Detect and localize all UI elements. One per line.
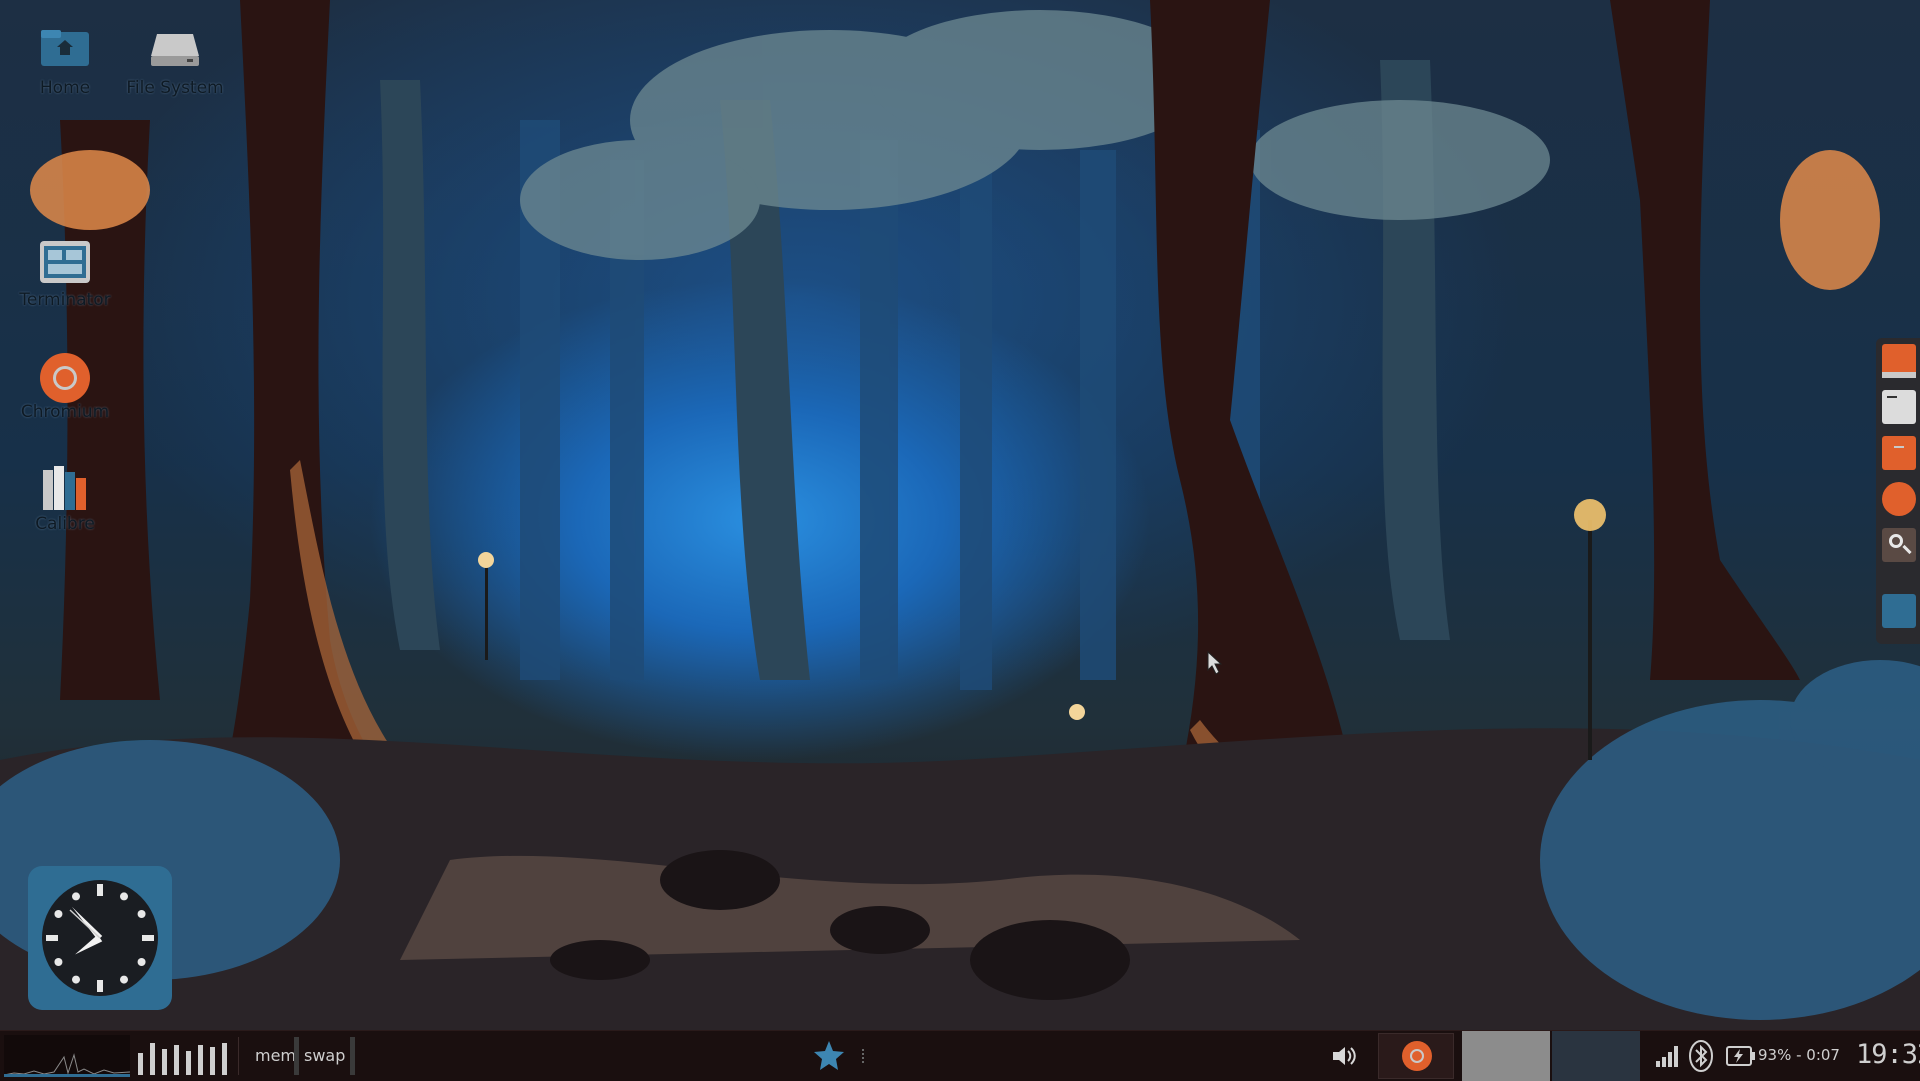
desktop-icon-label: File System [126,78,224,98]
terminal-icon[interactable] [1882,390,1916,424]
clock-tick [72,975,80,984]
app-menu-button[interactable] [812,1039,852,1073]
swap-label: swap [304,1046,346,1065]
terminal-icon [39,240,91,284]
notes-icon[interactable] [1882,436,1916,470]
dock-item-1-stripe [1882,372,1916,378]
desktop-icon-file-system[interactable]: File System [120,28,230,98]
drive-icon [149,28,201,72]
panel-separator [238,1037,239,1075]
swap-bar [350,1037,355,1075]
clock-tick [72,892,80,901]
clock-tick [120,892,128,901]
cpu-core-bar [210,1047,215,1075]
workspace-icon[interactable] [1882,594,1916,628]
dock-item-1[interactable] [1882,344,1916,378]
desktop-icon-chromium[interactable]: Chromium [10,352,120,422]
cpu-core-bar [174,1045,179,1075]
clock-tick [137,958,146,966]
cpu-core-bars [134,1031,234,1081]
cpu-graph [3,1035,131,1077]
network-signal-icon[interactable] [1654,1043,1680,1069]
taskbar-task-chromium[interactable] [1378,1033,1454,1079]
clock-second-hand [69,909,101,939]
desktop-icon-home[interactable]: Home [10,28,120,98]
bottom-panel: mem swap 93% - 0:07 19:3 [0,1030,1920,1081]
cpu-core-bar [150,1043,155,1075]
mem-bar [294,1037,299,1075]
clock-tick [120,975,128,984]
mem-label: mem [255,1046,297,1065]
search-handle-glyph [1902,544,1912,555]
battery-icon[interactable] [1726,1045,1756,1067]
firefox-icon[interactable] [1882,482,1916,516]
star-icon [814,1041,844,1070]
workspace-2[interactable] [1552,1031,1640,1081]
notes-line-glyph [1894,446,1904,448]
chromium-icon [39,352,91,403]
cpu-core-bar [186,1051,191,1075]
clock-tick [54,910,63,918]
clock-face [42,880,158,996]
cpu-core-bar [198,1045,203,1075]
search-lens-glyph [1889,534,1903,548]
clock-tick [46,935,58,941]
right-dock [1876,338,1920,644]
books-icon [39,464,91,510]
panel-clock[interactable]: 19:32 [1856,1039,1920,1070]
workspace-1[interactable] [1462,1031,1550,1081]
home-folder-icon [39,28,91,72]
clock-dial [46,884,154,992]
desktop-icon-calibre[interactable]: Calibre [10,464,120,534]
desktop-icon-terminator[interactable]: Terminator [10,240,120,310]
clock-tick [54,958,63,966]
terminal-prompt-glyph [1887,396,1897,398]
cpu-core-bar [162,1049,167,1075]
volume-icon[interactable] [1330,1043,1358,1069]
analog-clock-widget[interactable] [28,866,172,1010]
panel-handle [862,1049,866,1063]
desktop-icon-label: Terminator [19,290,111,310]
desktop-icon-label: Chromium [20,402,110,422]
desktop-wallpaper [0,0,1920,1030]
clock-tick [142,935,154,941]
cpu-core-bar [222,1043,227,1075]
desktop-icon-label: Home [39,78,91,98]
search-icon[interactable] [1882,528,1916,562]
forest-illustration [0,0,1920,1030]
bluetooth-icon[interactable] [1688,1039,1714,1073]
battery-status-text: 93% - 0:07 [1758,1046,1840,1064]
clock-tick [97,884,103,896]
clock-tick [97,980,103,992]
cpu-core-bar [138,1053,143,1075]
desktop-icon-label: Calibre [35,514,95,534]
clock-tick [137,910,146,918]
chromium-icon [1402,1041,1432,1071]
